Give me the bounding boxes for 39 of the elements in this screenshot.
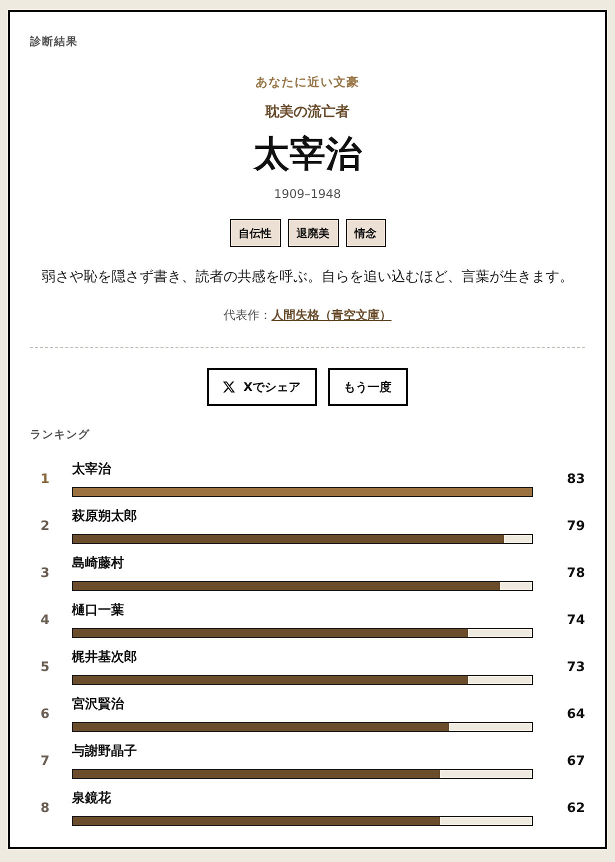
score-value: 74	[566, 612, 585, 628]
retry-button[interactable]: もう一度	[328, 368, 408, 406]
type-name: 耽美の流亡者	[266, 102, 350, 122]
author-name: 宮沢賢治	[72, 696, 124, 714]
author-name: 萩原朔太郎	[72, 508, 137, 526]
rank-number: 3	[40, 566, 50, 580]
ranking-title: ランキング	[30, 427, 90, 443]
score-value: 67	[566, 754, 585, 768]
author-name: 梶井基次郎	[72, 649, 137, 667]
work-link[interactable]: 人間失格（青空文庫）	[272, 307, 392, 323]
rank-number: 7	[40, 754, 50, 768]
author-name: 太宰治	[72, 461, 111, 479]
section-label: 診断結果	[30, 34, 78, 50]
description-text: 弱さや恥を隠さず書き、読者の共感を呼ぶ。自らを追い込むほど、言葉が生きます。	[40, 268, 574, 287]
rank-number: 6	[40, 706, 50, 722]
works-label: 代表作：	[224, 307, 272, 323]
score-value: 64	[566, 706, 585, 722]
rank-number: 1	[40, 472, 50, 486]
life-years: 1909–1948	[274, 186, 342, 202]
tag-chip: 退廃美	[288, 219, 338, 247]
score-value: 79	[566, 518, 585, 534]
tag-chip: 自伝性	[230, 219, 280, 247]
score-value: 62	[566, 800, 585, 816]
rank-number: 2	[40, 518, 50, 534]
author-name: 島崎藤村	[72, 555, 124, 573]
share-button[interactable]: Xでシェア	[207, 368, 317, 406]
score-value: 73	[566, 660, 585, 674]
tag-chip: 情念	[346, 219, 386, 247]
score-value: 78	[566, 566, 585, 580]
author-title: 太宰治	[254, 133, 362, 177]
author-name: 樋口一葉	[72, 602, 124, 620]
author-name: 与謝野晶子	[72, 743, 137, 761]
rank-number: 8	[40, 800, 50, 816]
score-value: 83	[566, 472, 585, 486]
result-kicker: あなたに近い文豪	[256, 74, 360, 90]
author-name: 泉鏡花	[72, 790, 111, 808]
rank-number: 4	[40, 612, 50, 628]
rank-number: 5	[40, 660, 50, 674]
x-logo-icon	[223, 381, 236, 393]
